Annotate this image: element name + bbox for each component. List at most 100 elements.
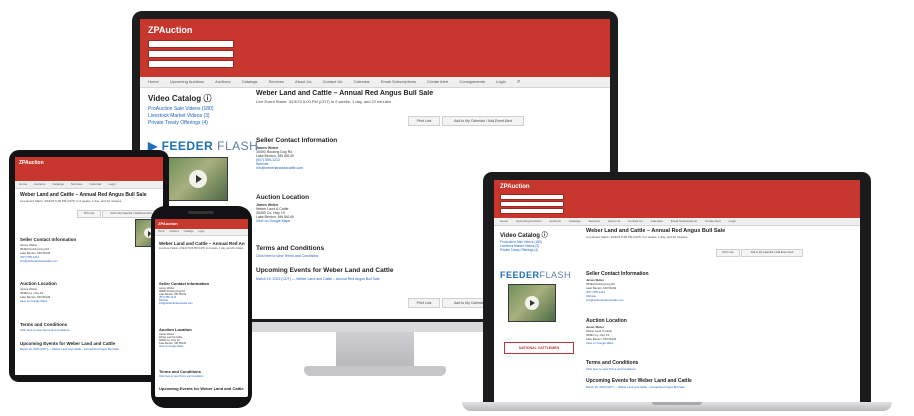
laptop-location-map[interactable]: View on Google Maps [586, 341, 746, 345]
tablet-nav-login[interactable]: Login [108, 181, 115, 188]
site-logo[interactable]: ZPAuction [148, 25, 192, 35]
phone-terms: Terms and Conditions Click here to view … [159, 369, 245, 378]
phone-nav-login[interactable]: Login [198, 229, 204, 235]
nav-consignments[interactable]: Consignments [459, 77, 485, 87]
print-lots-button-bottom[interactable]: Print Lots [408, 298, 440, 308]
laptop-nav-services[interactable]: Services [588, 218, 600, 225]
phone-seller: Seller Contact Information James Weber 3… [159, 281, 245, 305]
laptop-terms-title: Terms and Conditions [586, 360, 639, 366]
laptop-nav-calendar[interactable]: Calendar [651, 218, 663, 225]
tablet-nav-catalogs[interactable]: Catalogs [52, 181, 64, 188]
nav-calendar[interactable]: Calendar [354, 77, 370, 87]
info-circle-icon[interactable]: ⓘ [542, 233, 548, 239]
tablet-upcoming-item[interactable]: March 19, 2023 (CDT) — Weber Land and Ca… [20, 347, 160, 351]
play-icon[interactable] [189, 170, 207, 188]
laptop-print-button[interactable]: Print Lots [716, 249, 740, 257]
nav-auctions[interactable]: Auctions [215, 77, 230, 87]
laptop-logo[interactable]: ZPAuction [500, 184, 530, 190]
laptop-location-input[interactable] [500, 201, 564, 207]
search-input[interactable] [148, 40, 234, 48]
laptop-nav-email[interactable]: Email Subscriptions [671, 218, 697, 225]
tablet-terms: Terms and Conditions Click here to view … [20, 322, 150, 332]
phone-seller-title: Seller Contact Information [159, 281, 210, 286]
video-thumbnail[interactable] [168, 157, 228, 201]
laptop-nav-auctions[interactable]: Auctions [549, 218, 561, 225]
nav-catalogs[interactable]: Catalogs [242, 77, 258, 87]
print-lots-button[interactable]: Print Lots [408, 116, 440, 126]
laptop-search-input[interactable] [500, 194, 564, 200]
laptop-video-link-private[interactable]: Private Treaty Offerings (4) [500, 248, 578, 252]
nav-login[interactable]: Login [496, 77, 506, 87]
tablet-nav-calendar[interactable]: Calendar [89, 181, 101, 188]
tablet-nav-auctions[interactable]: Auctions [34, 181, 46, 188]
laptop-nav-contact[interactable]: Contact Us [628, 218, 643, 225]
tablet-terms-link[interactable]: Click here to view Terms and Conditions [20, 328, 150, 332]
tablet-print-button[interactable]: Print Lots [77, 210, 101, 218]
phone-event-header: Weber Land and Cattle – Annual Red Angus… [159, 241, 245, 250]
search-icon[interactable]: ⌕ [517, 77, 520, 87]
add-calendar-button[interactable]: Add to My Calendar / Add Event Alert [442, 116, 524, 126]
tablet-upcoming: Upcoming Events for Weber Land and Cattl… [20, 341, 160, 351]
tablet-seller-email[interactable]: info@weberlandandcattle.com [20, 259, 150, 263]
play-icon[interactable] [525, 296, 539, 310]
event-start-time: Live Event Starts: 3/19/23 5:00 PM (CDT)… [256, 99, 392, 104]
laptop-video-thumbnail[interactable] [508, 284, 556, 322]
filter-input[interactable] [148, 60, 234, 68]
nav-contact[interactable]: Contact Us [323, 77, 343, 87]
nav-services[interactable]: Services [269, 77, 284, 87]
terms-link[interactable]: Click here to view Terms and Conditions [256, 254, 506, 258]
laptop-nav-upcoming[interactable]: Upcoming Auctions [516, 218, 542, 225]
tablet-event-title: Weber Land and Cattle – Annual Red Angus… [20, 192, 147, 198]
phone-nav: Home Auctions Catalogs Login [155, 229, 248, 236]
nav-alert[interactable]: Create Alert [427, 77, 448, 87]
phone-upcoming: Upcoming Events for Weber Land and Cattl… [159, 386, 245, 391]
phone-nav-home[interactable]: Home [158, 229, 165, 235]
phone-nav-catalogs[interactable]: Catalogs [184, 229, 194, 235]
tablet-location-map[interactable]: View on Google Maps [20, 299, 150, 303]
location-input[interactable] [148, 50, 234, 58]
tablet-nav: Home Auctions Catalogs Services Calendar… [15, 181, 163, 189]
phone-seller-email[interactable]: info@weberlandandcattle.com [159, 302, 245, 305]
tablet-nav-home[interactable]: Home [19, 181, 27, 188]
nav-about[interactable]: About Us [295, 77, 311, 87]
laptop-upcoming-title: Upcoming Events for Weber Land and Cattl… [586, 378, 692, 384]
laptop-seller: Seller Contact Information James Weber 3… [586, 271, 746, 302]
phone-terms-link[interactable]: Click here to view Terms and Conditions [159, 375, 245, 378]
laptop-upcoming-item[interactable]: March 19, 2023 (CDT) — Weber Land and Ca… [586, 385, 846, 389]
laptop-feeder-flash-logo[interactable]: FEEDERFLASH [500, 270, 571, 280]
nav-email[interactable]: Email Subscriptions [381, 77, 416, 87]
video-link-private[interactable]: Private Treaty Offerings (4) [148, 120, 248, 126]
phone-event-title: Weber Land and Cattle – Annual Red Angus… [159, 241, 245, 246]
laptop-nav-catalogs[interactable]: Catalogs [569, 218, 581, 225]
nav-upcoming[interactable]: Upcoming Auctions [170, 77, 204, 87]
national-cattlemen-badge[interactable]: NATIONAL CATTLEMEN [504, 342, 574, 354]
laptop-terms-link[interactable]: Click here to view Terms and Conditions [586, 367, 786, 371]
info-circle-icon[interactable]: ⓘ [203, 94, 211, 103]
tablet-nav-services[interactable]: Services [71, 181, 83, 188]
phone-logo[interactable]: ZPAuction [158, 221, 178, 226]
video-link-market[interactable]: Livestock Market Videos (3) [148, 113, 248, 119]
laptop-event-header: Weber Land and Cattle – Annual Red Angus… [586, 228, 854, 239]
laptop-nav-alert[interactable]: Create Alert [705, 218, 721, 225]
phone-nav-auctions[interactable]: Auctions [169, 229, 179, 235]
laptop-nav: Home Upcoming Auctions Auctions Catalogs… [494, 218, 860, 226]
laptop-nav-about[interactable]: About Us [608, 218, 620, 225]
location-map-link[interactable]: View on Google Maps [256, 219, 456, 223]
phone-speaker [188, 211, 214, 214]
tablet-header: ZPAuction [15, 157, 163, 181]
video-link-sale[interactable]: ProAuction Sale Videos (180) [148, 106, 248, 112]
phone-location: Auction Location James Weber Weber Land … [159, 327, 245, 348]
laptop-nav-login[interactable]: Login [729, 218, 736, 225]
phone-location-map[interactable]: View on Google Maps [159, 345, 245, 348]
seller-email[interactable]: info@weberlandandcattle.com [256, 166, 456, 170]
tablet-seller: Seller Contact Information James Weber 3… [20, 237, 150, 263]
laptop-nav-home[interactable]: Home [500, 218, 508, 225]
nav-home[interactable]: Home [148, 77, 159, 87]
site-header: ZPAuction [140, 19, 610, 77]
laptop-calendar-button[interactable]: Add to My Calendar / Add Event Alert [741, 249, 803, 257]
laptop-filter-input[interactable] [500, 208, 564, 214]
tablet-terms-title: Terms and Conditions [20, 322, 68, 327]
laptop-seller-email[interactable]: info@weberlandandcattle.com [586, 298, 746, 302]
tablet-logo[interactable]: ZPAuction [19, 160, 44, 166]
main-nav: Home Upcoming Auctions Auctions Catalogs… [140, 77, 610, 88]
